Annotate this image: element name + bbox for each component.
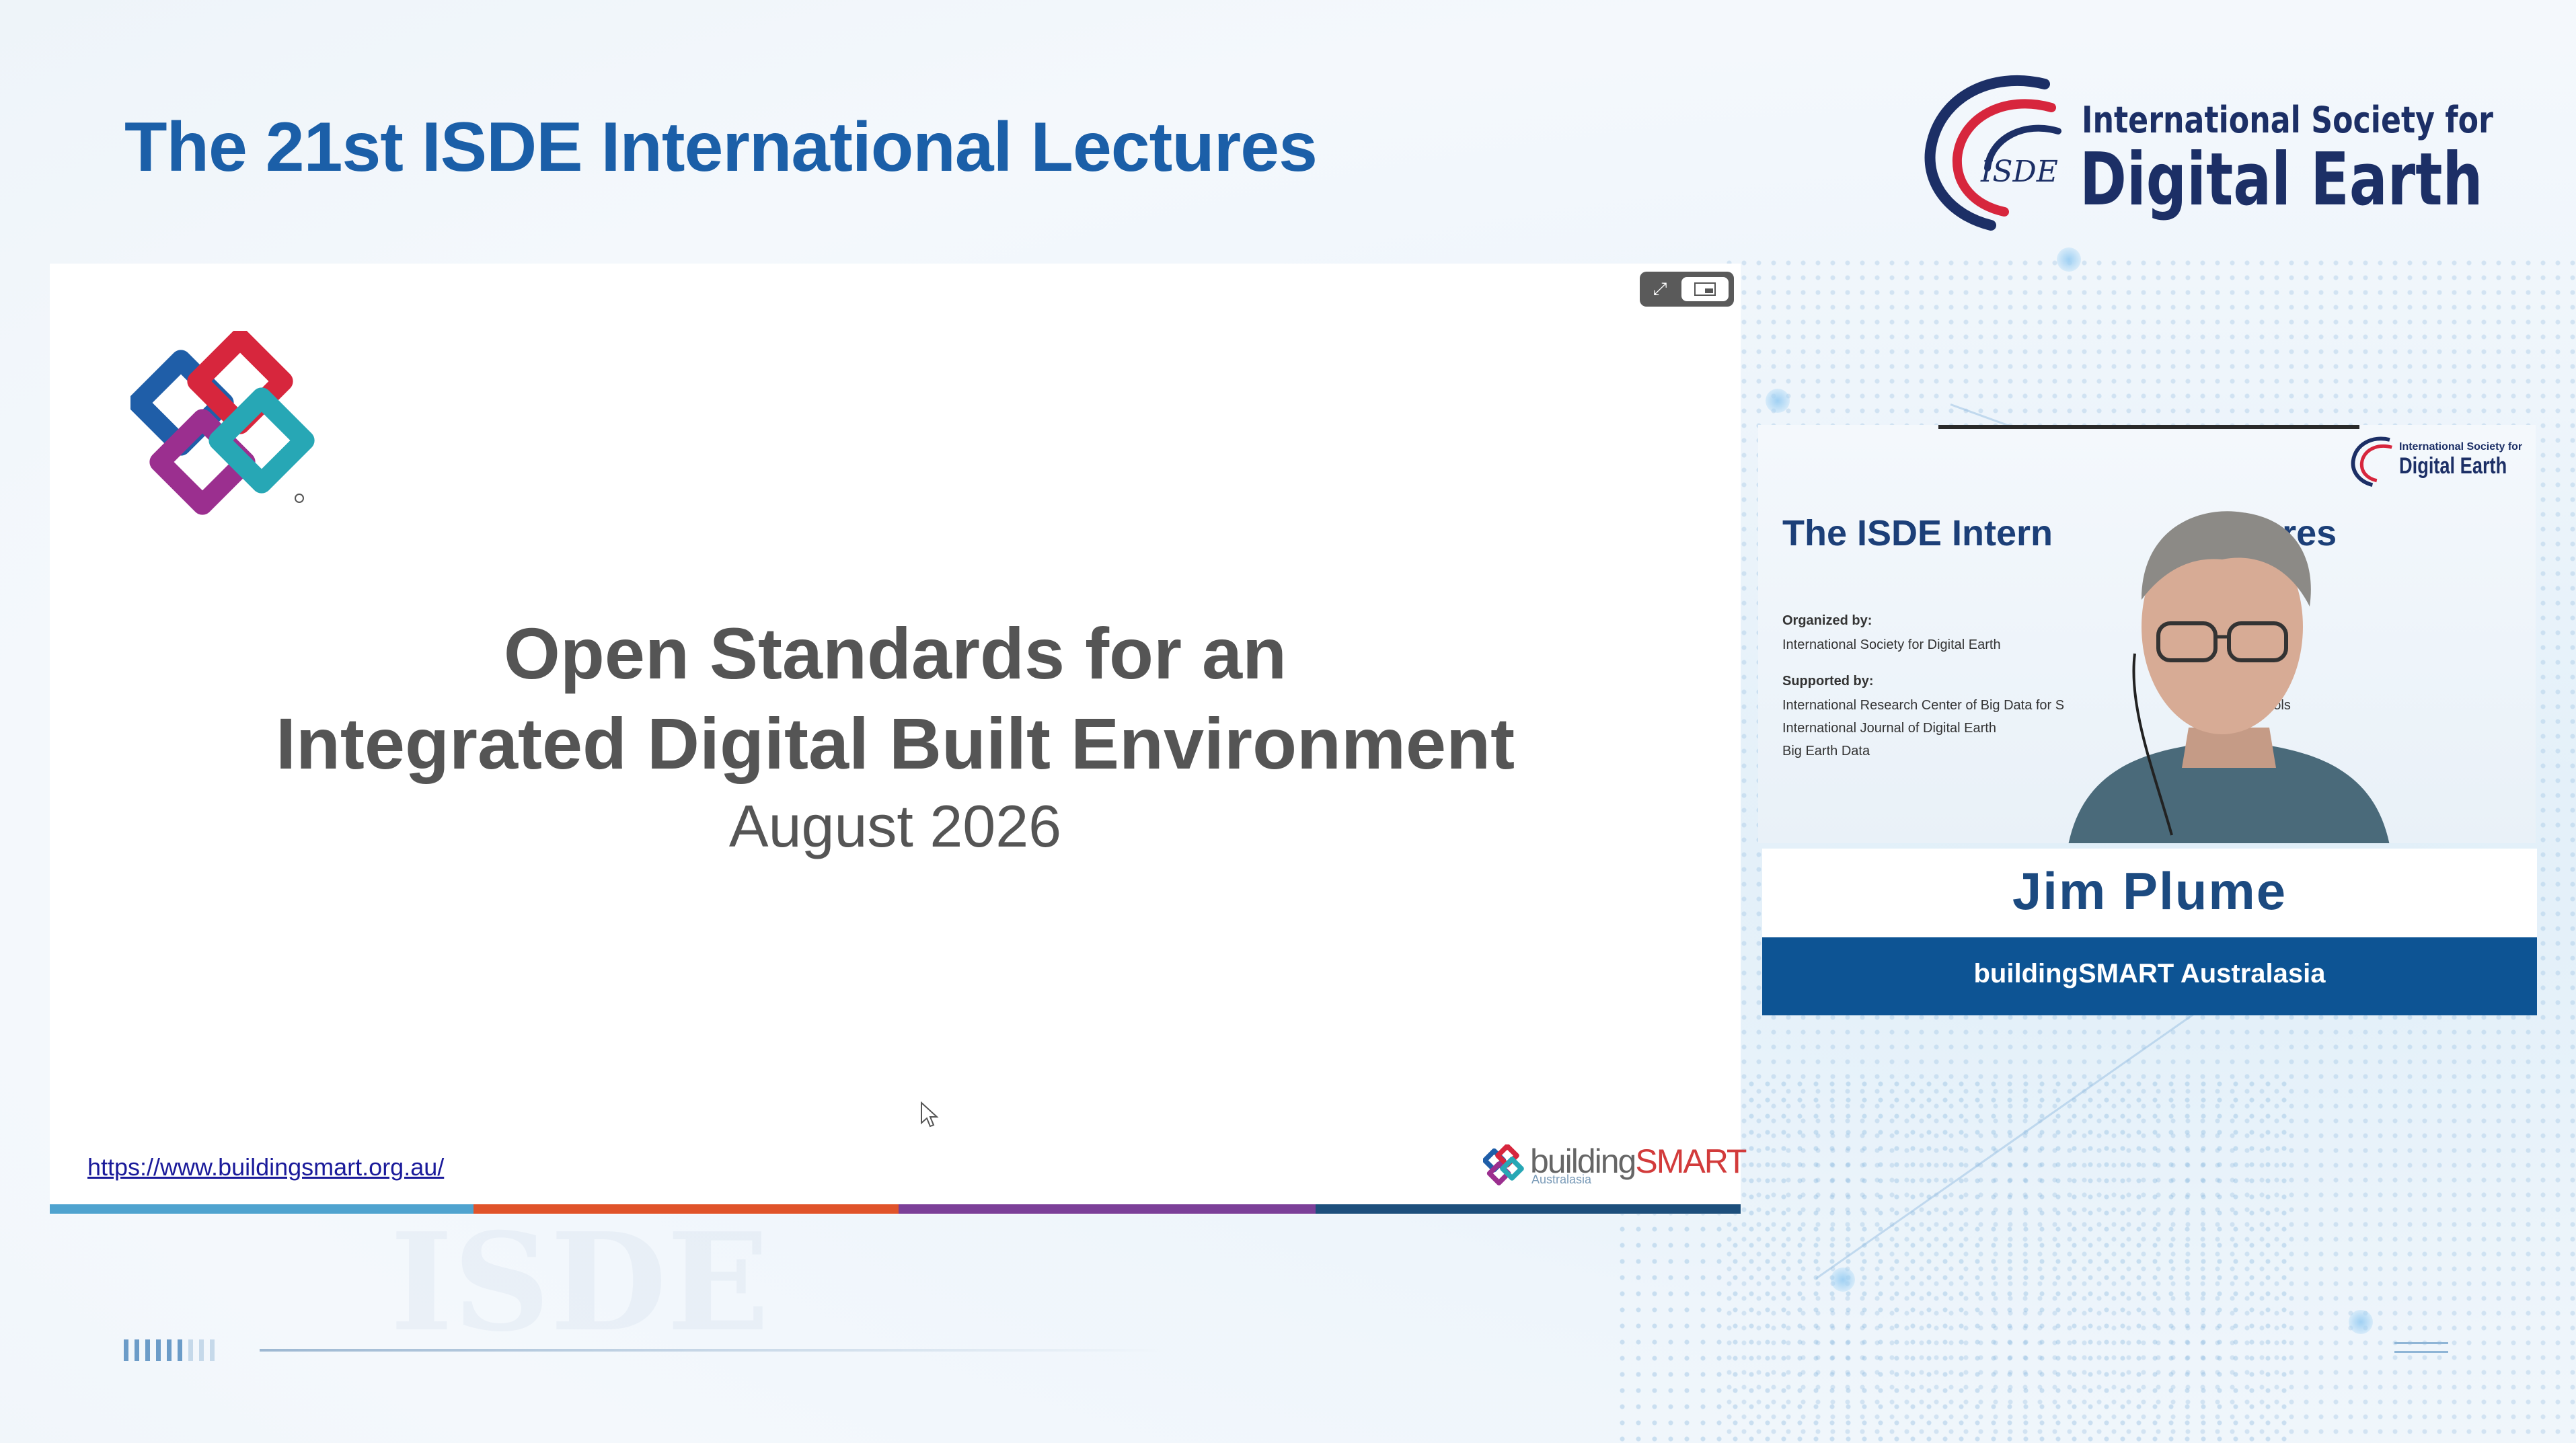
slide-title: Open Standards for an Integrated Digital… — [50, 609, 1741, 789]
background-network-node — [1766, 389, 1790, 413]
buildingsmart-link[interactable]: https://www.buildingsmart.org.au/ — [87, 1153, 444, 1181]
expand-icon[interactable]: ⤢ — [1646, 277, 1673, 301]
video-logo-line1: International Society for — [2399, 441, 2523, 453]
background-network-node — [2057, 247, 2081, 272]
speaker-organization: buildingSMART Australasia — [1973, 959, 2326, 988]
video-logo-line2: Digital Earth — [2399, 453, 2507, 479]
slide-color-bar-4 — [1316, 1204, 1741, 1214]
organized-label: Organized by: — [1782, 613, 1872, 628]
mouse-cursor-icon — [921, 1101, 939, 1128]
background-network-node — [1831, 1268, 1855, 1292]
decorative-lines-icon — [2394, 1342, 2448, 1360]
speaker-organization-bar: buildingSMART Australasia — [1762, 937, 2537, 1015]
supported-label: Supported by: — [1782, 674, 1874, 689]
buildingsmart-brand-logo: buildingSMART Australasia — [1483, 1142, 1747, 1189]
supported-item-3: Big Earth Data — [1782, 744, 1870, 758]
organized-value: International Society for Digital Earth — [1782, 637, 2001, 652]
isde-logo-line1: International Society for — [2082, 99, 2493, 141]
buildingsmart-subtitle: Australasia — [1531, 1173, 1592, 1186]
background-network-node — [2349, 1310, 2373, 1334]
page-title: The 21st ISDE International Lectures — [124, 108, 1318, 186]
isde-logo-line2: Digital Earth — [2080, 138, 2483, 222]
buildingsmart-knot-logo — [130, 331, 315, 515]
isde-logo-mark: ISDE — [1980, 155, 2058, 189]
video-isde-globe-icon — [2351, 436, 2392, 487]
slide-date: August 2026 — [728, 793, 1062, 859]
picture-in-picture-icon — [1694, 282, 1716, 296]
speaker-name: Jim Plume — [2012, 861, 2287, 921]
slide-toolbar: ⤢ — [1640, 272, 1734, 307]
slide-title-line2: Integrated Digital Built Environment — [275, 703, 1515, 784]
slide-color-bar-3 — [899, 1204, 1316, 1214]
decorative-bottom-line — [260, 1349, 1168, 1352]
slide-color-bar-2 — [473, 1204, 899, 1214]
video-top-line — [1938, 425, 2359, 429]
slide-color-bar-1 — [50, 1204, 473, 1214]
speaker-video: International Society for Digital Earth … — [1758, 425, 2536, 843]
decorative-tick-marks — [124, 1339, 215, 1361]
slide-title-line1: Open Standards for an — [503, 613, 1287, 694]
video-isde-logo: International Society for Digital Earth — [2347, 434, 2528, 488]
isde-globe-icon: ISDE — [1924, 75, 2061, 231]
supported-item-2: International Journal of Digital Earth — [1782, 721, 1996, 736]
buildingsmart-small-knot-icon — [1483, 1144, 1524, 1185]
speaker-name-card: Jim Plume — [1762, 849, 2537, 937]
picture-in-picture-button[interactable] — [1681, 277, 1729, 301]
isde-watermark: ISDE — [390, 1204, 769, 1362]
isde-logo: ISDE International Society for Digital E… — [1910, 71, 2493, 232]
speaker-portrait — [2068, 511, 2390, 843]
